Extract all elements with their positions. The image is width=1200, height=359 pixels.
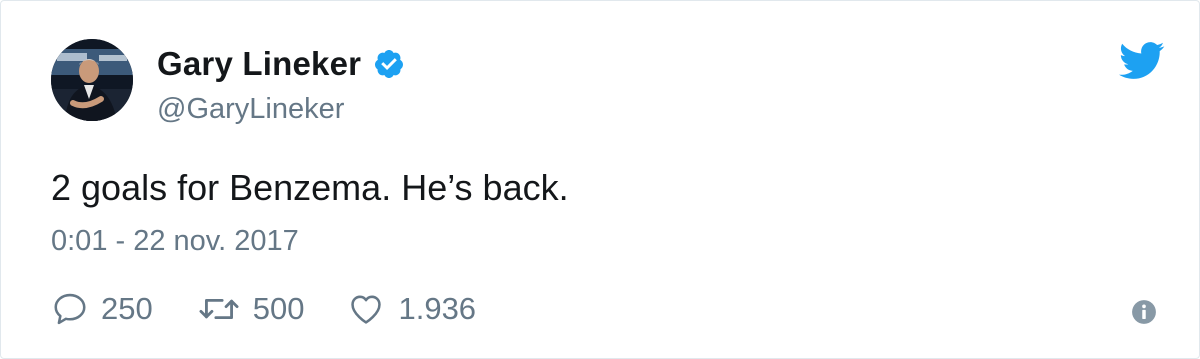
like-count: 1.936 (398, 291, 477, 326)
twitter-bird-icon[interactable] (1119, 41, 1165, 81)
author-name[interactable]: Gary Lineker (157, 45, 361, 83)
info-circle-icon[interactable] (1131, 299, 1157, 325)
avatar-photo (51, 39, 133, 121)
tweet-timestamp[interactable]: 0:01 - 22 nov. 2017 (51, 225, 299, 258)
tweet-text: 2 goals for Benzema. He’s back. (51, 167, 569, 208)
tweet-card: Gary Lineker @GaryLineker 2 goals for Be… (0, 0, 1200, 359)
reply-count: 250 (101, 291, 153, 326)
heart-icon (351, 295, 382, 324)
author-handle[interactable]: @GaryLineker (157, 93, 344, 126)
verified-badge-icon (375, 50, 404, 78)
avatar[interactable] (51, 39, 133, 121)
author-name-row[interactable]: Gary Lineker (157, 45, 405, 83)
retweet-arrows-icon (199, 298, 239, 320)
retweet-button[interactable]: 500 (197, 290, 305, 328)
like-button[interactable]: 1.936 (346, 290, 476, 328)
reply-button[interactable]: 250 (51, 290, 153, 328)
tweet-actions: 250 500 1.936 (51, 287, 476, 331)
retweet-count: 500 (252, 291, 305, 326)
speech-bubble-icon (54, 293, 86, 325)
